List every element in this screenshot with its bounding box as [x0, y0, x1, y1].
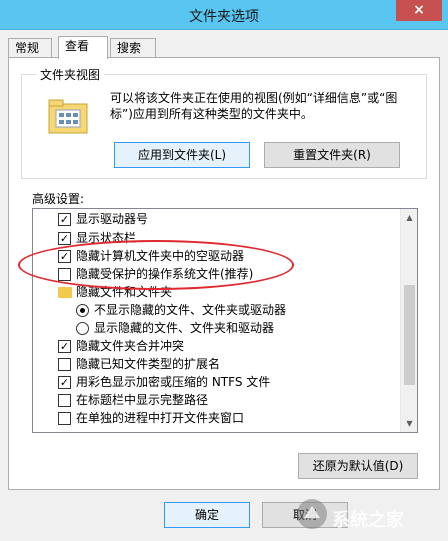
advanced-settings-list: ✓ 显示驱动器号 ✓ 显示状态栏 ✓ 隐藏计算机文件夹中的空驱动器 隐藏受保护的…	[32, 208, 418, 433]
checkbox[interactable]	[58, 394, 71, 407]
tab-general[interactable]: 常规	[8, 38, 52, 58]
watermark: 系统之家	[294, 494, 444, 534]
list-scrollbar[interactable]: ▲ ▼	[400, 209, 417, 432]
radio-button[interactable]	[76, 322, 89, 335]
checkbox[interactable]: ✓	[58, 340, 71, 353]
tab-search[interactable]: 搜索	[110, 38, 156, 58]
watermark-logo-icon	[297, 499, 327, 529]
list-item-label: 在标题栏中显示完整路径	[76, 393, 209, 407]
close-button[interactable]: ×	[396, 0, 442, 21]
folder-icon	[58, 287, 72, 298]
scroll-up-arrow-icon[interactable]: ▲	[401, 209, 417, 226]
scroll-thumb[interactable]	[404, 285, 415, 385]
radio-button[interactable]	[76, 304, 89, 317]
list-item-label: 隐藏文件夹合并冲突	[76, 339, 185, 353]
window-title: 文件夹选项	[189, 9, 259, 25]
list-item-label: 用彩色显示加密或压缩的 NTFS 文件	[76, 375, 271, 389]
restore-defaults-button[interactable]: 还原为默认值(D)	[298, 453, 418, 479]
tab-view[interactable]: 查看	[58, 36, 108, 59]
title-bar: 文件夹选项 ×	[0, 0, 448, 30]
list-item-label: 显示隐藏的文件、文件夹和驱动器	[94, 321, 275, 335]
reset-folders-button[interactable]: 重置文件夹(R)	[264, 142, 400, 168]
checkbox[interactable]: ✓	[58, 213, 71, 226]
watermark-text: 系统之家	[332, 510, 404, 531]
folder-views-description: 可以将该文件夹正在使用的视图(例如“详细信息”或“图标”)应用到所有这种类型的文…	[110, 91, 398, 121]
list-item-label: 在单独的进程中打开文件夹窗口	[76, 411, 245, 425]
scroll-down-arrow-icon[interactable]: ▼	[401, 415, 417, 432]
checkbox[interactable]: ✓	[58, 250, 71, 263]
list-item-label: 隐藏计算机文件夹中的空驱动器	[76, 249, 245, 263]
list-item-label: 显示驱动器号	[76, 212, 149, 226]
checkbox[interactable]	[58, 412, 71, 425]
checkbox[interactable]: ✓	[58, 232, 71, 245]
list-item-label: 隐藏受保护的操作系统文件(推荐)	[76, 267, 254, 281]
list-item-label: 隐藏已知文件类型的扩展名	[76, 357, 221, 371]
apply-to-folders-button[interactable]: 应用到文件夹(L)	[114, 142, 250, 168]
checkbox[interactable]: ✓	[58, 376, 71, 389]
folder-views-icon	[48, 99, 88, 134]
folder-views-label: 文件夹视图	[36, 66, 105, 83]
list-item-label: 不显示隐藏的文件、文件夹或驱动器	[94, 303, 287, 317]
checkbox[interactable]	[58, 358, 71, 371]
list-item-label: 隐藏文件和文件夹	[76, 285, 173, 299]
ok-button[interactable]: 确定	[164, 502, 250, 528]
advanced-settings-label: 高级设置:	[32, 192, 85, 206]
list-item-label: 显示状态栏	[76, 231, 137, 245]
checkbox[interactable]	[58, 268, 71, 281]
